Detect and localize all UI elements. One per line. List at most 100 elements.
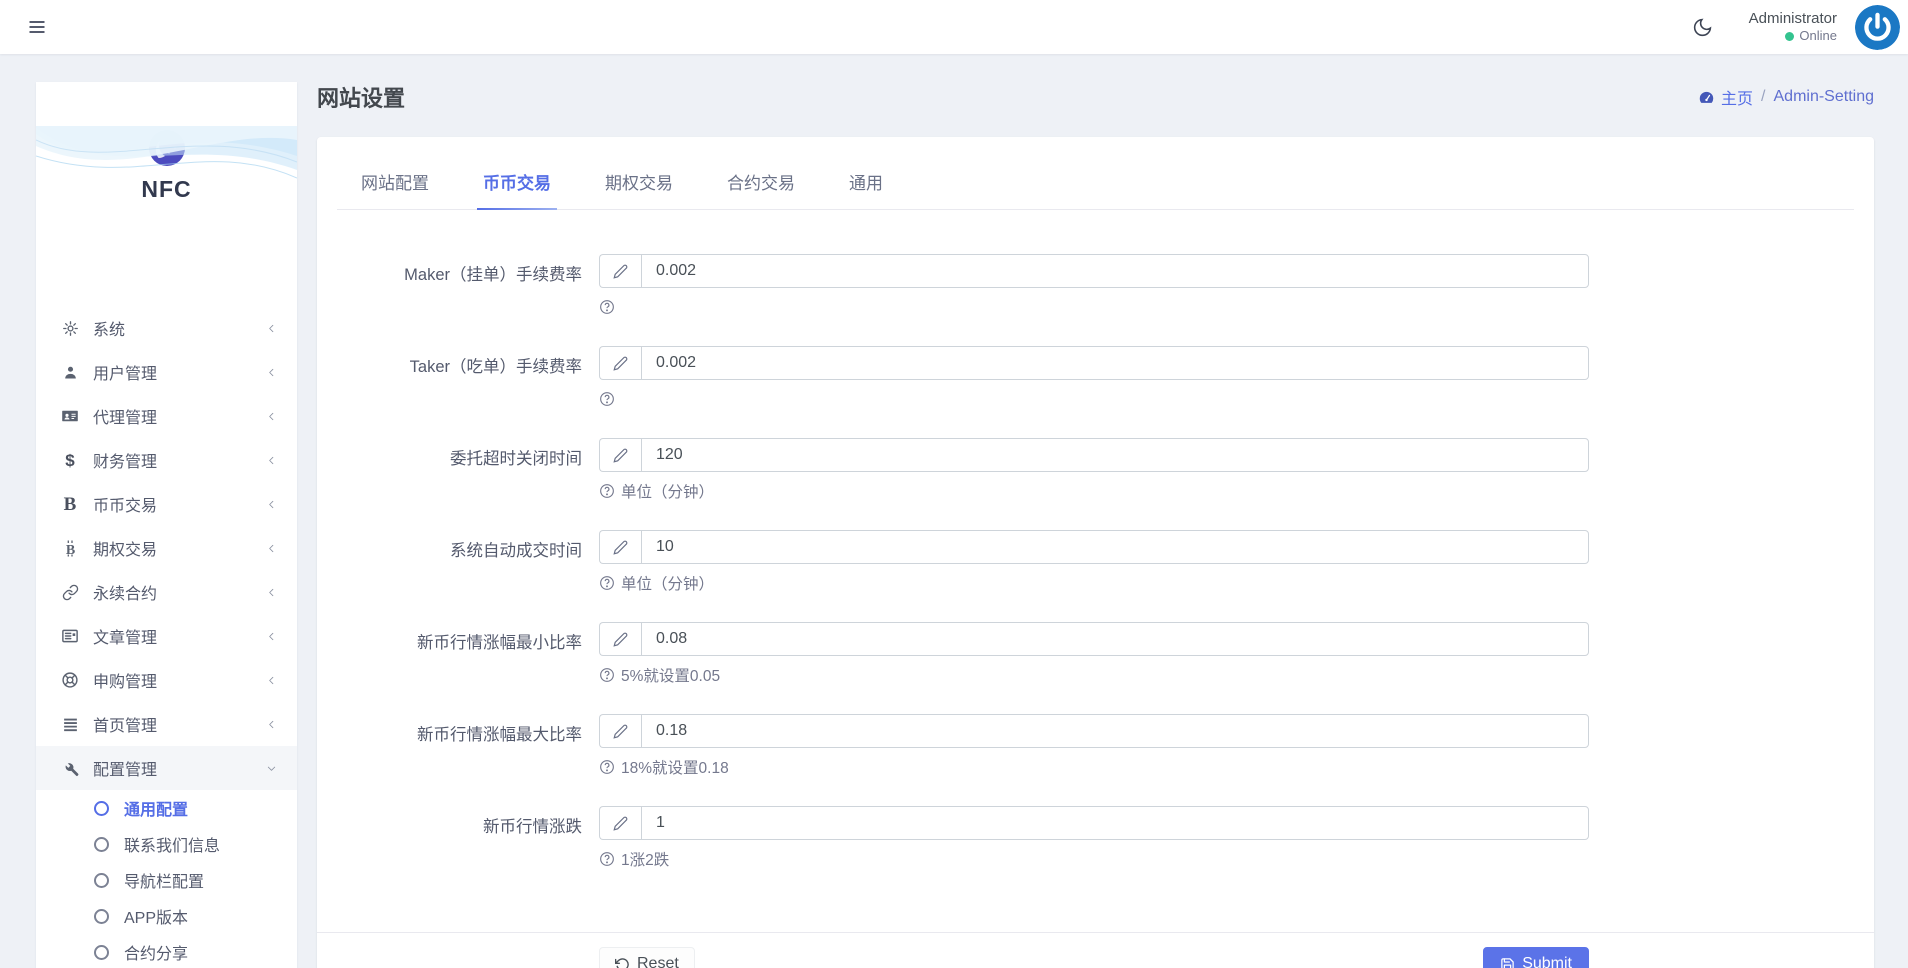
sidebar-item[interactable]: 配置管理 bbox=[36, 746, 297, 790]
sidebar-item[interactable]: B 期权交易 bbox=[36, 526, 297, 570]
settings-card: 网站配置币币交易期权交易合约交易通用 Maker（挂单）手续费率 Taker（吃… bbox=[317, 137, 1874, 968]
field-label: 新币行情涨幅最大比率 bbox=[361, 714, 582, 778]
sidebar-item-label: 配置管理 bbox=[93, 756, 157, 780]
top-navbar: Administrator Online bbox=[0, 0, 1908, 54]
form-field: 新币行情涨跌 1涨2跌 bbox=[361, 806, 1854, 870]
reset-icon bbox=[615, 957, 630, 968]
pencil-icon bbox=[599, 438, 641, 472]
main-content: 网站设置 主页 / Admin-Setting 网站配置币币交易期权交易合约交易… bbox=[297, 54, 1908, 968]
submit-button[interactable]: Submit bbox=[1483, 947, 1589, 968]
field-input[interactable] bbox=[641, 530, 1589, 564]
breadcrumb-separator: / bbox=[1761, 88, 1765, 106]
dollar-icon: $ bbox=[60, 450, 80, 470]
circle-icon bbox=[94, 945, 109, 960]
form-field: Maker（挂单）手续费率 bbox=[361, 254, 1854, 318]
field-input[interactable] bbox=[641, 438, 1589, 472]
tab[interactable]: 通用 bbox=[843, 161, 889, 209]
tab[interactable]: 网站配置 bbox=[355, 161, 435, 209]
sidebar-subitem[interactable]: 合约分享 bbox=[36, 934, 297, 968]
sidebar-item[interactable]: 系统 bbox=[36, 306, 297, 350]
tabs-bar: 网站配置币币交易期权交易合约交易通用 bbox=[337, 157, 1854, 210]
field-input[interactable] bbox=[641, 806, 1589, 840]
avatar[interactable] bbox=[1855, 5, 1900, 50]
pencil-icon bbox=[599, 806, 641, 840]
form-field: 新币行情涨幅最小比率 5%就设置0.05 bbox=[361, 622, 1854, 686]
form-field: 新币行情涨幅最大比率 18%就设置0.18 bbox=[361, 714, 1854, 778]
field-input[interactable] bbox=[641, 622, 1589, 656]
sidebar-item[interactable]: 申购管理 bbox=[36, 658, 297, 702]
sidebar-item[interactable]: 首页管理 bbox=[36, 702, 297, 746]
pencil-icon bbox=[599, 714, 641, 748]
logo-area: NFC bbox=[36, 126, 297, 274]
sidebar-item-label: 财务管理 bbox=[93, 448, 157, 472]
tab[interactable]: 合约交易 bbox=[721, 161, 801, 209]
field-label: 委托超时关闭时间 bbox=[361, 438, 582, 502]
breadcrumb: 主页 / Admin-Setting bbox=[1698, 85, 1874, 109]
sidebar-subitem[interactable]: 导航栏配置 bbox=[36, 862, 297, 898]
hamburger-icon[interactable] bbox=[20, 10, 54, 44]
sidebar-item-label: 文章管理 bbox=[93, 624, 157, 648]
field-input[interactable] bbox=[641, 714, 1589, 748]
field-hint: 单位（分钟） bbox=[621, 480, 714, 502]
moon-icon[interactable] bbox=[1685, 9, 1721, 45]
sidebar: NFC 系统 用户管理 代理管理 $ 财务管理 B 币币交易 B 期权交易 永续… bbox=[36, 82, 297, 968]
field-label: Taker（吃单）手续费率 bbox=[361, 346, 582, 410]
pencil-icon bbox=[599, 530, 641, 564]
sidebar-item-label: 期权交易 bbox=[93, 536, 157, 560]
chevron-icon bbox=[266, 543, 277, 554]
sidebar-item-label: 币币交易 bbox=[93, 492, 157, 516]
field-label: 新币行情涨幅最小比率 bbox=[361, 622, 582, 686]
page-title: 网站设置 bbox=[317, 81, 405, 113]
sidebar-subitem[interactable]: APP版本 bbox=[36, 898, 297, 934]
circle-icon bbox=[94, 909, 109, 924]
field-input[interactable] bbox=[641, 346, 1589, 380]
field-label: Maker（挂单）手续费率 bbox=[361, 254, 582, 318]
id-card-icon bbox=[60, 406, 80, 426]
sidebar-item-label: 代理管理 bbox=[93, 404, 157, 428]
online-dot-icon bbox=[1785, 32, 1794, 41]
sidebar-item[interactable]: 代理管理 bbox=[36, 394, 297, 438]
tab[interactable]: 期权交易 bbox=[599, 161, 679, 209]
form-field: 系统自动成交时间 单位（分钟） bbox=[361, 530, 1854, 594]
sidebar-subitem-label: 通用配置 bbox=[124, 796, 188, 820]
field-hint: 5%就设置0.05 bbox=[621, 664, 720, 686]
settings-form: Maker（挂单）手续费率 Taker（吃单）手续费率 bbox=[337, 254, 1854, 870]
chevron-icon bbox=[266, 499, 277, 510]
sidebar-item-label: 用户管理 bbox=[93, 360, 157, 384]
help-icon bbox=[599, 759, 615, 775]
sidebar-item[interactable]: B 币币交易 bbox=[36, 482, 297, 526]
pencil-icon bbox=[599, 622, 641, 656]
circle-icon bbox=[94, 837, 109, 852]
reset-button[interactable]: Reset bbox=[599, 947, 695, 968]
gauge-icon bbox=[1698, 89, 1715, 106]
field-input[interactable] bbox=[641, 254, 1589, 288]
sidebar-item[interactable]: 文章管理 bbox=[36, 614, 297, 658]
help-icon bbox=[599, 483, 615, 499]
circle-icon bbox=[94, 873, 109, 888]
chevron-icon bbox=[266, 675, 277, 686]
sidebar-subitem[interactable]: 通用配置 bbox=[36, 790, 297, 826]
coin-b-icon: B bbox=[60, 494, 80, 514]
pencil-icon bbox=[599, 346, 641, 380]
breadcrumb-current[interactable]: Admin-Setting bbox=[1774, 88, 1875, 106]
tab[interactable]: 币币交易 bbox=[477, 161, 557, 209]
pencil-icon bbox=[599, 254, 641, 288]
user-icon bbox=[60, 362, 80, 382]
sidebar-item[interactable]: $ 财务管理 bbox=[36, 438, 297, 482]
bitcoin-icon: B bbox=[60, 538, 80, 558]
user-status: Online bbox=[1799, 28, 1837, 44]
chevron-icon bbox=[266, 367, 277, 378]
field-hint: 单位（分钟） bbox=[621, 572, 714, 594]
help-icon bbox=[599, 299, 615, 315]
sidebar-subitem-label: APP版本 bbox=[124, 904, 188, 928]
bars-icon bbox=[60, 714, 80, 734]
life-ring-icon bbox=[60, 670, 80, 690]
breadcrumb-home-link[interactable]: 主页 bbox=[1698, 85, 1753, 109]
user-block[interactable]: Administrator Online bbox=[1749, 10, 1837, 45]
newspaper-icon bbox=[60, 626, 80, 646]
sidebar-subitem-label: 联系我们信息 bbox=[124, 832, 220, 856]
sidebar-item[interactable]: 永续合约 bbox=[36, 570, 297, 614]
chevron-icon bbox=[266, 631, 277, 642]
sidebar-subitem[interactable]: 联系我们信息 bbox=[36, 826, 297, 862]
sidebar-item[interactable]: 用户管理 bbox=[36, 350, 297, 394]
